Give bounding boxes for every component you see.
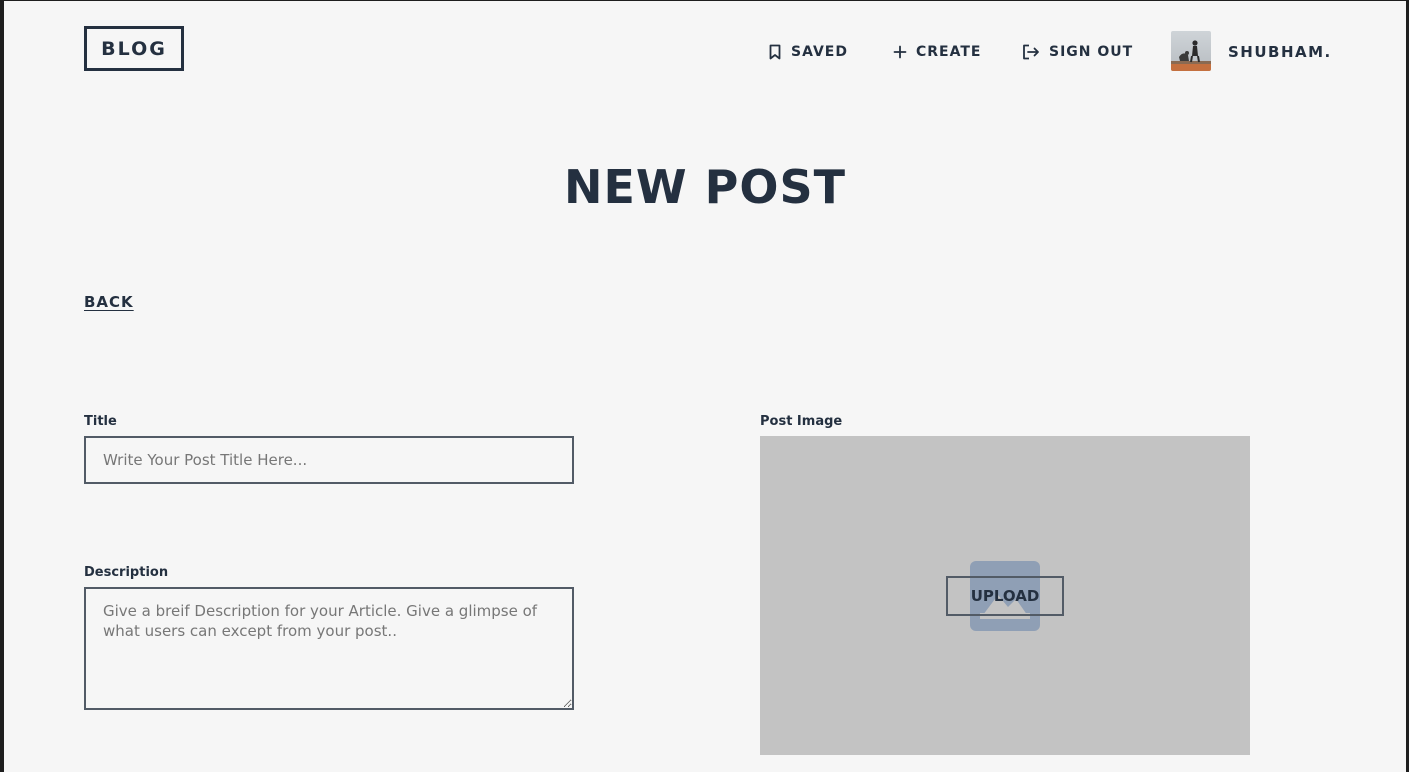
sign-out-icon (1023, 44, 1039, 60)
user-name[interactable]: SHUBHAM. (1228, 41, 1332, 63)
nav-create-link[interactable]: CREATE (893, 41, 981, 63)
title-label: Title (84, 414, 117, 429)
upload-button[interactable]: UPLOAD (946, 576, 1064, 616)
page: BLOG SAVED CREATE SIGN OUT SHUBHAM. NEW … (4, 1, 1406, 772)
back-link[interactable]: BACK (84, 293, 134, 311)
nav-create-label: CREATE (916, 44, 982, 60)
nav-signout-link[interactable]: SIGN OUT (1022, 41, 1133, 63)
bookmark-icon (769, 44, 781, 60)
description-label: Description (84, 565, 169, 580)
logo[interactable]: BLOG (84, 26, 184, 71)
title-input[interactable] (84, 436, 574, 484)
post-image-dropzone[interactable]: UPLOAD (760, 436, 1250, 755)
nav-signout-label: SIGN OUT (1049, 44, 1134, 60)
nav-saved-label: SAVED (791, 44, 848, 60)
plus-icon (893, 45, 907, 59)
post-image-label: Post Image (760, 414, 843, 429)
description-input[interactable] (84, 587, 574, 710)
avatar[interactable] (1171, 31, 1211, 71)
page-title: NEW POST (563, 160, 846, 214)
nav-saved-link[interactable]: SAVED (768, 41, 848, 63)
